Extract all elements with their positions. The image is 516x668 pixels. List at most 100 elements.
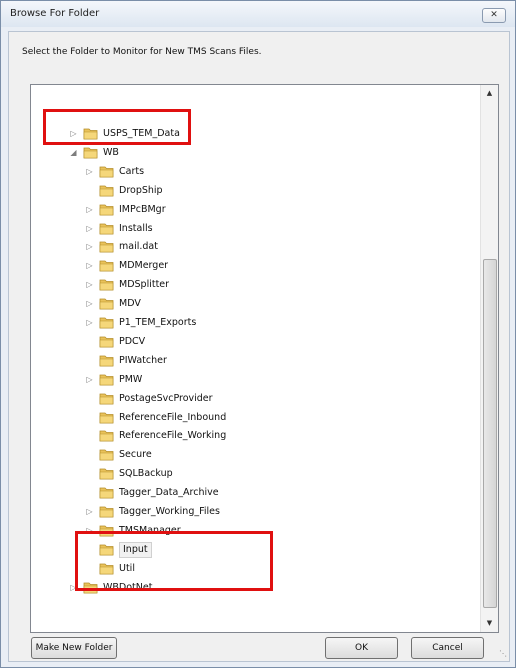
tree-item[interactable]: ◢ WB	[31, 144, 481, 162]
tree-item-label: P1_TEM_Exports	[119, 317, 197, 328]
folder-icon	[83, 128, 98, 140]
folder-icon	[99, 525, 114, 537]
expander-arrow-icon[interactable]: ▷	[85, 506, 94, 518]
tree-item[interactable]: ▷ MDSplitter	[31, 276, 481, 294]
expander-placeholder	[85, 563, 94, 575]
expander-arrow-icon[interactable]: ▷	[85, 223, 94, 235]
folder-icon	[99, 204, 114, 215]
folder-icon	[99, 544, 114, 556]
tree-item-label: MDMerger	[119, 260, 169, 272]
tree-item[interactable]: PDCV	[31, 333, 481, 351]
tree-item[interactable]: Secure	[31, 446, 481, 464]
tree-item[interactable]: ReferenceFile_Inbound	[31, 409, 481, 427]
expander-arrow-icon[interactable]: ▷	[69, 582, 78, 594]
folder-icon	[99, 166, 114, 178]
tree-item-label: SQLBackup	[119, 468, 173, 480]
folder-icon	[99, 355, 114, 367]
folder-icon	[99, 223, 114, 234]
folder-icon	[99, 506, 114, 518]
folder-icon	[99, 185, 114, 197]
tree-item-label: ReferenceFile_Working	[119, 430, 227, 442]
tree-item[interactable]: ▷ WBDotNet	[31, 579, 481, 597]
tree-item[interactable]: ▷ IMPcBMgr	[31, 201, 481, 219]
tree-item-label: ReferenceFile_Inbound	[119, 411, 227, 423]
resize-grip-icon[interactable]: ⋱	[497, 649, 507, 659]
tree-item[interactable]: ▷ TMSManager	[31, 522, 481, 540]
expander-arrow-icon[interactable]: ▷	[85, 241, 94, 253]
expander-placeholder	[85, 430, 94, 442]
vertical-scrollbar[interactable]: ▲ ▼	[480, 85, 498, 632]
expander-placeholder	[85, 487, 94, 499]
tree-item-label: Tagger_Data_Archive	[119, 487, 219, 499]
tree-item-label: Carts	[119, 165, 145, 177]
expander-arrow-icon[interactable]: ◢	[69, 147, 78, 159]
expander-placeholder	[85, 336, 94, 348]
dialog-body: Select the Folder to Monitor for New TMS…	[8, 31, 510, 662]
tree-item-label: MDV	[119, 298, 141, 310]
folder-icon	[99, 430, 114, 442]
tree-item[interactable]: ▷ Tagger_Working_Files	[31, 503, 481, 521]
expander-arrow-icon[interactable]: ▷	[85, 374, 94, 386]
tree-item[interactable]: ▷ MDMerger	[31, 257, 481, 275]
tree-item-label: Tagger_Working_Files	[119, 506, 220, 517]
tree-item[interactable]: Tagger_Data_Archive	[31, 484, 481, 502]
tree-item[interactable]: ▷ P1_TEM_Exports	[31, 314, 481, 332]
tree-item[interactable]: SQLBackup	[31, 465, 481, 483]
browse-folder-dialog: Browse For Folder ✕ Select the Folder to…	[0, 0, 516, 668]
folder-icon	[99, 241, 114, 253]
folder-icon	[99, 374, 114, 386]
expander-placeholder	[85, 393, 94, 405]
folder-icon	[99, 449, 114, 461]
expander-arrow-icon[interactable]: ▷	[85, 317, 94, 329]
title-bar[interactable]: Browse For Folder ✕	[1, 1, 515, 27]
tree-item-label: Secure	[119, 449, 152, 461]
expander-arrow-icon[interactable]: ▷	[85, 525, 94, 537]
tree-item-label: PDCV	[119, 335, 146, 347]
folder-icon	[99, 336, 114, 348]
scroll-up-arrow-icon[interactable]: ▲	[481, 85, 498, 102]
folder-icon	[99, 260, 114, 272]
tree-item-label: WBDotNet	[103, 581, 153, 593]
folder-icon	[99, 317, 114, 329]
tree-item-label: USPS_TEM_Data	[103, 128, 180, 139]
expander-arrow-icon[interactable]: ▷	[85, 260, 94, 272]
ok-button[interactable]: OK	[325, 637, 398, 659]
tree-item[interactable]: ▷ mail.dat	[31, 238, 481, 256]
tree-item[interactable]: DropShip	[31, 182, 481, 200]
tree-item[interactable]: Util	[31, 560, 481, 578]
tree-item[interactable]: ▷ USPS_TEM_Data	[31, 125, 481, 143]
tree-item[interactable]: PIWatcher	[31, 352, 481, 370]
tree-item[interactable]: ▷ PMW	[31, 371, 481, 389]
tree-item-label: mail.dat	[119, 241, 158, 253]
expander-placeholder	[85, 544, 94, 556]
tree-item[interactable]: ▷ Installs	[31, 220, 481, 238]
tree-item[interactable]: ReferenceFile_Working	[31, 427, 481, 445]
folder-icon	[99, 468, 114, 480]
make-new-folder-button[interactable]: Make New Folder	[31, 637, 117, 659]
tree-item[interactable]: Input	[31, 541, 481, 559]
tree-item-label: TMSManager	[119, 524, 181, 536]
folder-icon	[99, 487, 114, 499]
folder-tree[interactable]: ▷ USPS_TEM_Data ◢ WB ▷ Carts DropShip ▷ IMPcBMgr…	[30, 84, 499, 633]
folder-icon	[83, 582, 98, 593]
scroll-thumb[interactable]	[483, 259, 497, 608]
tree-item[interactable]: ▷ Carts	[31, 163, 481, 181]
tree-item-label: PMW	[119, 373, 143, 385]
tree-item-label: WB	[103, 146, 119, 158]
cancel-button[interactable]: Cancel	[411, 637, 484, 659]
folder-icon	[99, 393, 114, 404]
expander-placeholder	[85, 412, 94, 424]
expander-arrow-icon[interactable]: ▷	[85, 166, 94, 178]
expander-arrow-icon[interactable]: ▷	[69, 128, 78, 140]
tree-item[interactable]: PostageSvcProvider	[31, 390, 481, 408]
instruction-text: Select the Folder to Monitor for New TMS…	[22, 47, 262, 57]
tree-item[interactable]: ▷ MDV	[31, 295, 481, 313]
expander-arrow-icon[interactable]: ▷	[85, 279, 94, 291]
scroll-down-arrow-icon[interactable]: ▼	[481, 615, 498, 632]
tree-item-label: IMPcBMgr	[119, 203, 166, 215]
tree-item-label: DropShip	[119, 184, 163, 196]
expander-placeholder	[85, 185, 94, 197]
expander-arrow-icon[interactable]: ▷	[85, 298, 94, 310]
expander-arrow-icon[interactable]: ▷	[85, 204, 94, 216]
close-button[interactable]: ✕	[482, 8, 506, 23]
